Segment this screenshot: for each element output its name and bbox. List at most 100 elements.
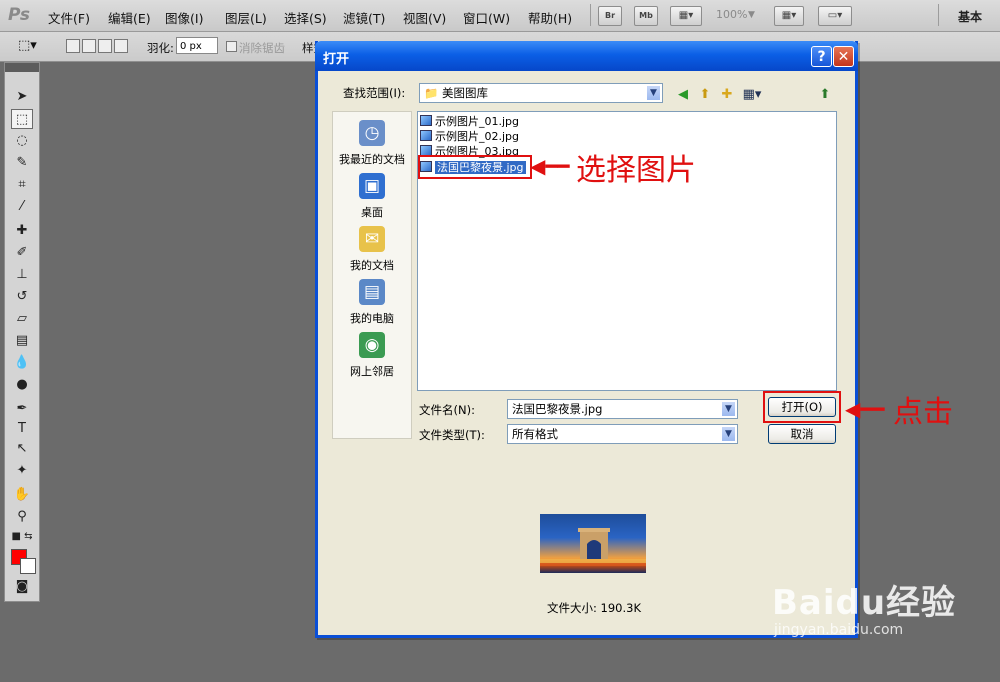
place-desktop[interactable]: ▣ 桌面 [333, 173, 411, 220]
subtract-from-selection-icon[interactable] [98, 39, 112, 53]
place-my-computer[interactable]: ▤ 我的电脑 [333, 279, 411, 326]
new-folder-icon[interactable]: ✚ [718, 86, 736, 104]
history-brush-tool-icon[interactable]: ↺ [11, 287, 33, 307]
folder-options-icon[interactable]: ⬆ [816, 86, 834, 104]
filetype-dropdown[interactable]: 所有格式 ▼ [507, 424, 738, 444]
path-selection-tool-icon[interactable]: ↖ [11, 439, 33, 459]
folder-icon: 📁 [424, 86, 439, 100]
photoshop-logo: Ps [8, 5, 30, 25]
dialog-title-bar[interactable]: 打开 ? ✕ [315, 41, 858, 71]
filename-input[interactable]: 法国巴黎夜景.jpg ▼ [507, 399, 738, 419]
menu-file[interactable]: 文件(F) [48, 8, 90, 27]
panel-handle[interactable] [5, 63, 39, 72]
up-folder-icon[interactable]: ⬆ [696, 86, 714, 104]
pen-tool-icon[interactable]: ✒ [11, 399, 33, 419]
arc-de-triomphe-icon [540, 528, 646, 566]
eyedropper-tool-icon[interactable]: ⁄ [11, 197, 33, 217]
menu-bar: Ps 文件(F) 编辑(E) 图像(I) 图层(L) 选择(S) 滤镜(T) 视… [0, 0, 1000, 32]
bridge-button[interactable]: Br [598, 6, 622, 26]
file-size-label: 文件大小: 190.3K [547, 601, 641, 615]
background-color-swatch[interactable] [20, 558, 36, 574]
zoom-dropdown-icon[interactable]: ▼ [748, 10, 755, 20]
chevron-down-icon[interactable]: ▼ [721, 401, 736, 417]
filetype-label: 文件类型(T): [419, 428, 485, 442]
list-item[interactable]: 示例图片_02.jpg [420, 129, 519, 144]
open-button[interactable]: 打开(O) [768, 397, 836, 417]
lasso-tool-icon[interactable]: ◌ [11, 131, 33, 151]
intersect-selection-icon[interactable] [114, 39, 128, 53]
place-recent-documents[interactable]: ◷ 我最近的文档 [333, 120, 411, 167]
hand-tool-icon[interactable]: ✋ [11, 485, 33, 505]
tools-panel: ➤ ⬚ ◌ ✎ ⌗ ⁄ ✚ ✐ ⊥ ↺ ▱ ▤ 💧 ● ✒ T ↖ ✦ ✋ ⚲ … [4, 62, 40, 602]
blur-tool-icon[interactable]: 💧 [11, 353, 33, 373]
open-dialog: 打开 ? ✕ 查找范围(I): 📁 美图图库 ▼ ◀ ⬆ ✚ ▦▾ ⬆ ◷ 我最… [315, 41, 858, 638]
network-places-icon: ◉ [359, 332, 385, 358]
annotation-arrow-icon: ◀━━ [530, 154, 570, 178]
swap-colors-icon[interactable]: ■ ⇆ [11, 527, 33, 547]
image-file-icon [420, 115, 432, 126]
help-button[interactable]: ? [811, 46, 832, 67]
gradient-tool-icon[interactable]: ▤ [11, 331, 33, 351]
dodge-tool-icon[interactable]: ● [11, 375, 33, 395]
list-item[interactable]: 示例图片_01.jpg [420, 114, 519, 129]
watermark-sub: jingyan.baidu.com [774, 622, 904, 638]
screen-mode-button[interactable]: ▭▾ [818, 6, 852, 26]
feather-input[interactable]: 0 px [176, 37, 218, 54]
marquee-tool-preset-icon[interactable]: ⬚▾ [18, 38, 37, 53]
eraser-tool-icon[interactable]: ▱ [11, 309, 33, 329]
filetype-value: 所有格式 [512, 427, 558, 441]
brush-tool-icon[interactable]: ✐ [11, 243, 33, 263]
add-to-selection-icon[interactable] [82, 39, 96, 53]
menu-filter[interactable]: 滤镜(T) [343, 8, 385, 27]
zoom-level[interactable]: 100% [716, 8, 747, 21]
shape-tool-icon[interactable]: ✦ [11, 461, 33, 481]
menu-window[interactable]: 窗口(W) [463, 8, 510, 27]
menu-separator [938, 4, 939, 26]
quick-mask-icon[interactable]: ◙ [11, 577, 33, 597]
antialias-label: 消除锯齿 [239, 41, 285, 55]
recent-documents-icon: ◷ [359, 120, 385, 146]
watermark-main: Baidu经验 [772, 583, 957, 623]
annotation-highlight-file [418, 155, 532, 179]
clone-stamp-tool-icon[interactable]: ⊥ [11, 265, 33, 285]
desktop-icon: ▣ [359, 173, 385, 199]
healing-brush-tool-icon[interactable]: ✚ [11, 221, 33, 241]
close-button[interactable]: ✕ [833, 46, 854, 67]
place-my-documents[interactable]: ✉ 我的文档 [333, 226, 411, 273]
move-tool-icon[interactable]: ➤ [11, 87, 33, 107]
annotation-select-image: 选择图片 [576, 153, 696, 188]
type-tool-icon[interactable]: T [11, 419, 33, 439]
marquee-tool-icon[interactable]: ⬚ [11, 109, 33, 129]
look-in-label: 查找范围(I): [343, 86, 406, 100]
mini-bridge-button[interactable]: Mb [634, 6, 658, 26]
baidu-watermark-logo: Baidu经验 jingyan.baidu.com [772, 575, 956, 638]
chevron-down-icon[interactable]: ▼ [721, 426, 736, 442]
menu-layer[interactable]: 图层(L) [225, 8, 267, 27]
view-extras-button[interactable]: ▦▾ [670, 6, 702, 26]
arrange-documents-button[interactable]: ▦▾ [774, 6, 804, 26]
place-network[interactable]: ◉ 网上邻居 [333, 332, 411, 379]
image-preview [540, 514, 646, 573]
crop-tool-icon[interactable]: ⌗ [11, 175, 33, 195]
workspace-switcher[interactable]: 基本 [958, 8, 982, 25]
quick-selection-tool-icon[interactable]: ✎ [11, 153, 33, 173]
chevron-down-icon[interactable]: ▼ [646, 85, 661, 101]
cancel-button[interactable]: 取消 [768, 424, 836, 444]
image-file-icon [420, 130, 432, 141]
menu-help[interactable]: 帮助(H) [528, 8, 572, 27]
look-in-value: 美图图库 [441, 86, 488, 100]
zoom-tool-icon[interactable]: ⚲ [11, 507, 33, 527]
menu-edit[interactable]: 编辑(E) [108, 8, 151, 27]
antialias-checkbox[interactable] [226, 41, 237, 52]
feather-label: 羽化: [147, 41, 174, 55]
menu-select[interactable]: 选择(S) [284, 8, 327, 27]
menu-image[interactable]: 图像(I) [165, 8, 203, 27]
menu-view[interactable]: 视图(V) [403, 8, 446, 27]
view-menu-icon[interactable]: ▦▾ [740, 86, 764, 104]
my-documents-icon: ✉ [359, 226, 385, 252]
annotation-click: 点击 [893, 395, 953, 430]
new-selection-icon[interactable] [66, 39, 80, 53]
filename-label: 文件名(N): [419, 403, 475, 417]
look-in-dropdown[interactable]: 📁 美图图库 ▼ [419, 83, 663, 103]
back-icon[interactable]: ◀ [674, 86, 692, 104]
